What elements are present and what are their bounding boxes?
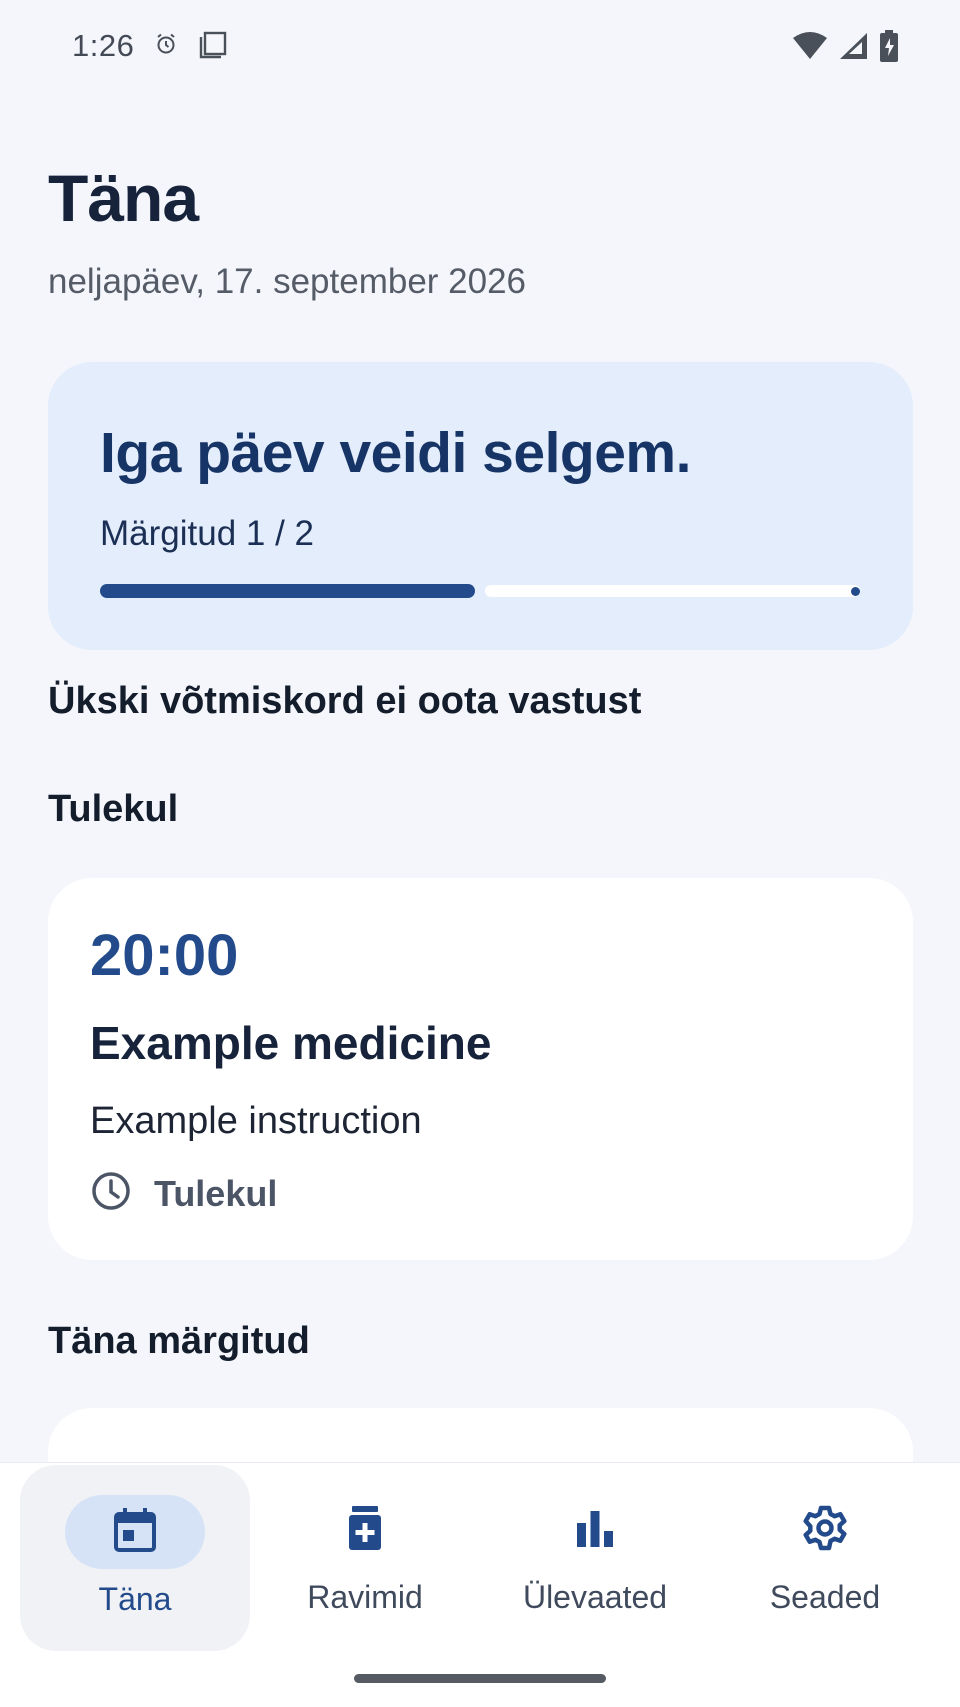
dose-card[interactable]: 20:00 Example medicine Example instructi… [48, 878, 913, 1260]
home-indicator[interactable] [354, 1674, 606, 1683]
done-today-heading: Täna märgitud [48, 1320, 310, 1362]
status-left: 1:26 [72, 28, 228, 64]
nav-item-seaded[interactable]: Seaded [710, 1463, 940, 1651]
bottom-nav: Täna Ravimid Ülevaated Seaded [0, 1462, 960, 1707]
page-date: neljapäev, 17. september 2026 [48, 262, 527, 301]
nav-icon-container [295, 1493, 435, 1567]
dose-medicine-name: Example medicine [90, 1017, 492, 1069]
progress-headline: Iga päev veidi selgem. [100, 421, 691, 485]
dose-instruction: Example instruction [90, 1100, 422, 1142]
nav-icon-container [755, 1493, 895, 1567]
battery-charging-icon [878, 30, 900, 62]
status-time: 1:26 [72, 28, 135, 63]
nav-item-ravimid[interactable]: Ravimid [250, 1463, 480, 1651]
upcoming-heading: Tulekul [48, 788, 179, 830]
progress-card: Iga päev veidi selgem. Märgitud 1 / 2 [48, 362, 913, 650]
nav-label-ulevaated: Ülevaated [522, 1579, 668, 1615]
dose-time: 20:00 [90, 923, 239, 988]
calendar-icon [112, 1506, 158, 1559]
nav-label-seaded: Seaded [769, 1579, 881, 1615]
status-bar: 1:26 [0, 0, 960, 92]
alarm-icon [154, 32, 178, 61]
medicine-bottle-icon [346, 1505, 384, 1556]
nav-item-tana[interactable]: Täna [20, 1465, 250, 1651]
wifi-icon [792, 32, 828, 60]
progress-label: Märgitud 1 / 2 [100, 514, 314, 553]
dose-status-label: Tulekul [154, 1172, 278, 1214]
nav-item-ulevaated[interactable]: Ülevaated [480, 1463, 710, 1651]
nav-icon-container [65, 1495, 205, 1569]
progress-bar [100, 584, 860, 598]
progress-fill [100, 584, 475, 598]
progress-end-dot [851, 587, 860, 596]
nav-icon-container [525, 1493, 665, 1567]
status-right [792, 30, 900, 62]
clock-icon [90, 1170, 132, 1217]
nav-label-tana: Täna [98, 1581, 172, 1617]
bar-chart-icon [575, 1509, 615, 1552]
screen-icon [198, 29, 228, 64]
signal-icon [838, 32, 868, 60]
page-title: Täna [48, 161, 199, 235]
pending-heading: Ükski võtmiskord ei oota vastust [48, 680, 642, 722]
nav-label-ravimid: Ravimid [307, 1579, 423, 1615]
gear-icon [801, 1504, 849, 1557]
dose-status: Tulekul [90, 1170, 277, 1217]
progress-remaining [485, 585, 860, 597]
